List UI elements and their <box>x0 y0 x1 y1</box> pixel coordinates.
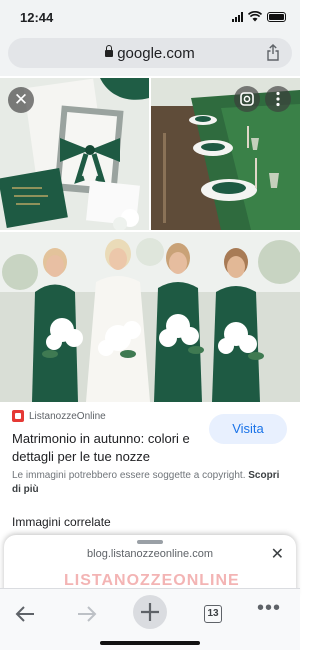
related-images-heading: Immagini correlate <box>12 515 111 529</box>
status-time: 12:44 <box>20 10 54 25</box>
result-title[interactable]: Matrimonio in autunno: colori e dettagli… <box>12 430 202 466</box>
plus-icon <box>141 603 159 621</box>
address-url-wrap: google.com <box>8 45 292 62</box>
close-viewer-button[interactable]: ✕ <box>8 87 34 113</box>
page-preview-sheet[interactable]: blog.listanozzeonline.com ✕ LISTANOZZEON… <box>4 535 296 595</box>
close-preview-button[interactable]: ✕ <box>271 544 284 564</box>
source-name: ListanozzeOnline <box>29 410 106 422</box>
visit-button[interactable]: Visita <box>209 414 287 444</box>
lock-icon <box>105 45 114 57</box>
back-button[interactable] <box>8 597 42 631</box>
close-icon: ✕ <box>270 546 284 563</box>
site-favicon-icon <box>12 410 24 422</box>
address-bar[interactable]: google.com <box>8 38 292 68</box>
bridesmaids-photo <box>0 232 300 402</box>
tab-switcher-button[interactable]: 13 <box>196 597 230 631</box>
copyright-notice: Le immagini potrebbero essere soggette a… <box>12 469 288 497</box>
result-image-main[interactable] <box>0 232 300 402</box>
status-icons <box>232 11 286 22</box>
more-horiz-icon: ••• <box>256 597 281 619</box>
close-icon: ✕ <box>13 90 29 109</box>
share-icon[interactable] <box>266 44 280 61</box>
more-options-button[interactable] <box>265 86 291 112</box>
result-source[interactable]: ListanozzeOnline <box>12 410 106 422</box>
cellular-signal-icon <box>232 11 243 22</box>
google-lens-button[interactable] <box>234 86 260 112</box>
address-bar-area: google.com <box>0 34 300 76</box>
arrow-forward-icon <box>78 606 97 622</box>
more-vert-icon <box>276 91 280 107</box>
drag-handle[interactable] <box>137 540 163 544</box>
new-tab-button[interactable] <box>133 595 167 629</box>
lens-icon <box>240 92 254 106</box>
battery-icon <box>267 11 286 22</box>
wifi-icon <box>248 11 262 22</box>
address-url: google.com <box>117 45 195 62</box>
arrow-back-icon <box>15 606 34 622</box>
forward-button[interactable] <box>70 597 104 631</box>
home-indicator <box>100 641 200 645</box>
tab-count: 13 <box>204 605 222 623</box>
menu-button[interactable]: ••• <box>252 597 286 631</box>
preview-url: blog.listanozzeonline.com <box>87 548 213 560</box>
copyright-text: Le immagini potrebbero essere soggette a… <box>12 470 246 481</box>
status-bar: 12:44 <box>0 0 300 34</box>
